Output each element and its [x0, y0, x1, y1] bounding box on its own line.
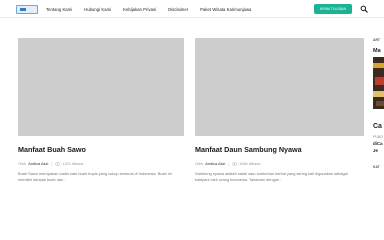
- eye-icon: [232, 161, 238, 166]
- sidebar-section-label: ART: [373, 38, 380, 42]
- nav-item-tentang-kami[interactable]: Tentang Kami: [46, 7, 72, 12]
- sidebar-post-image[interactable]: [373, 57, 384, 109]
- post-thumbnail[interactable]: [18, 38, 184, 136]
- post-title[interactable]: Manfaat Buah Sawo: [18, 145, 184, 154]
- sidebar-post-heading[interactable]: Ca: [373, 123, 384, 130]
- sidebar-post-meta: PUBO: [373, 135, 384, 139]
- sidebar-post-title[interactable]: Ma: [373, 48, 384, 54]
- search-icon[interactable]: [360, 5, 368, 13]
- post-thumbnail[interactable]: [195, 38, 364, 136]
- site-header: Tentang Kami Hubungi Kami Kebijakan Priv…: [0, 0, 384, 18]
- post-card: Manfaat Buah Sawo Oleh Andica Akzi | 122…: [18, 38, 184, 183]
- sidebar: ART Ma Ca PUBO diCa Je KAT: [373, 38, 384, 240]
- main-nav: Tentang Kami Hubungi Kami Kebijakan Priv…: [46, 0, 263, 18]
- post-excerpt: Sambung nyawa adalah salah satu tumbuhan…: [195, 171, 348, 182]
- sidebar-post-link[interactable]: diCa: [373, 141, 384, 146]
- author-prefix: Oleh: [18, 161, 27, 166]
- nav-item-hubungi-kami[interactable]: Hubungi Kami: [84, 7, 111, 12]
- post-views: 122x dibaca: [62, 161, 84, 166]
- post-title[interactable]: Manfaat Daun Sambung Nyawa: [195, 145, 364, 154]
- nav-item-disclaimer[interactable]: Disclaimer: [168, 7, 188, 12]
- post-card: Manfaat Daun Sambung Nyawa Oleh Andica A…: [195, 38, 364, 183]
- post-excerpt: Buah Sawo merupakan salah satu buah trop…: [18, 171, 172, 182]
- post-meta: Oleh Andica Akzi | 448x dibaca: [195, 161, 364, 166]
- post-views: 448x dibaca: [239, 161, 261, 166]
- sidebar-section-label: KAT: [373, 165, 380, 169]
- site-logo[interactable]: [16, 5, 38, 14]
- nav-item-kebijakan-privasi[interactable]: Kebijakan Privasi: [123, 7, 156, 12]
- post-author[interactable]: Andica Akzi: [205, 161, 225, 166]
- nav-item-paket-wisata[interactable]: Paket Wisata Karimunjawa: [200, 7, 251, 12]
- eye-icon: [55, 161, 61, 166]
- post-author[interactable]: Andica Akzi: [28, 161, 48, 166]
- meta-divider: |: [51, 161, 53, 166]
- submit-article-button[interactable]: KIRIM TULISAN: [314, 4, 352, 14]
- post-meta: Oleh Andica Akzi | 122x dibaca: [18, 161, 184, 166]
- sidebar-post-link[interactable]: Je: [373, 148, 384, 153]
- author-prefix: Oleh: [195, 161, 204, 166]
- meta-divider: |: [228, 161, 230, 166]
